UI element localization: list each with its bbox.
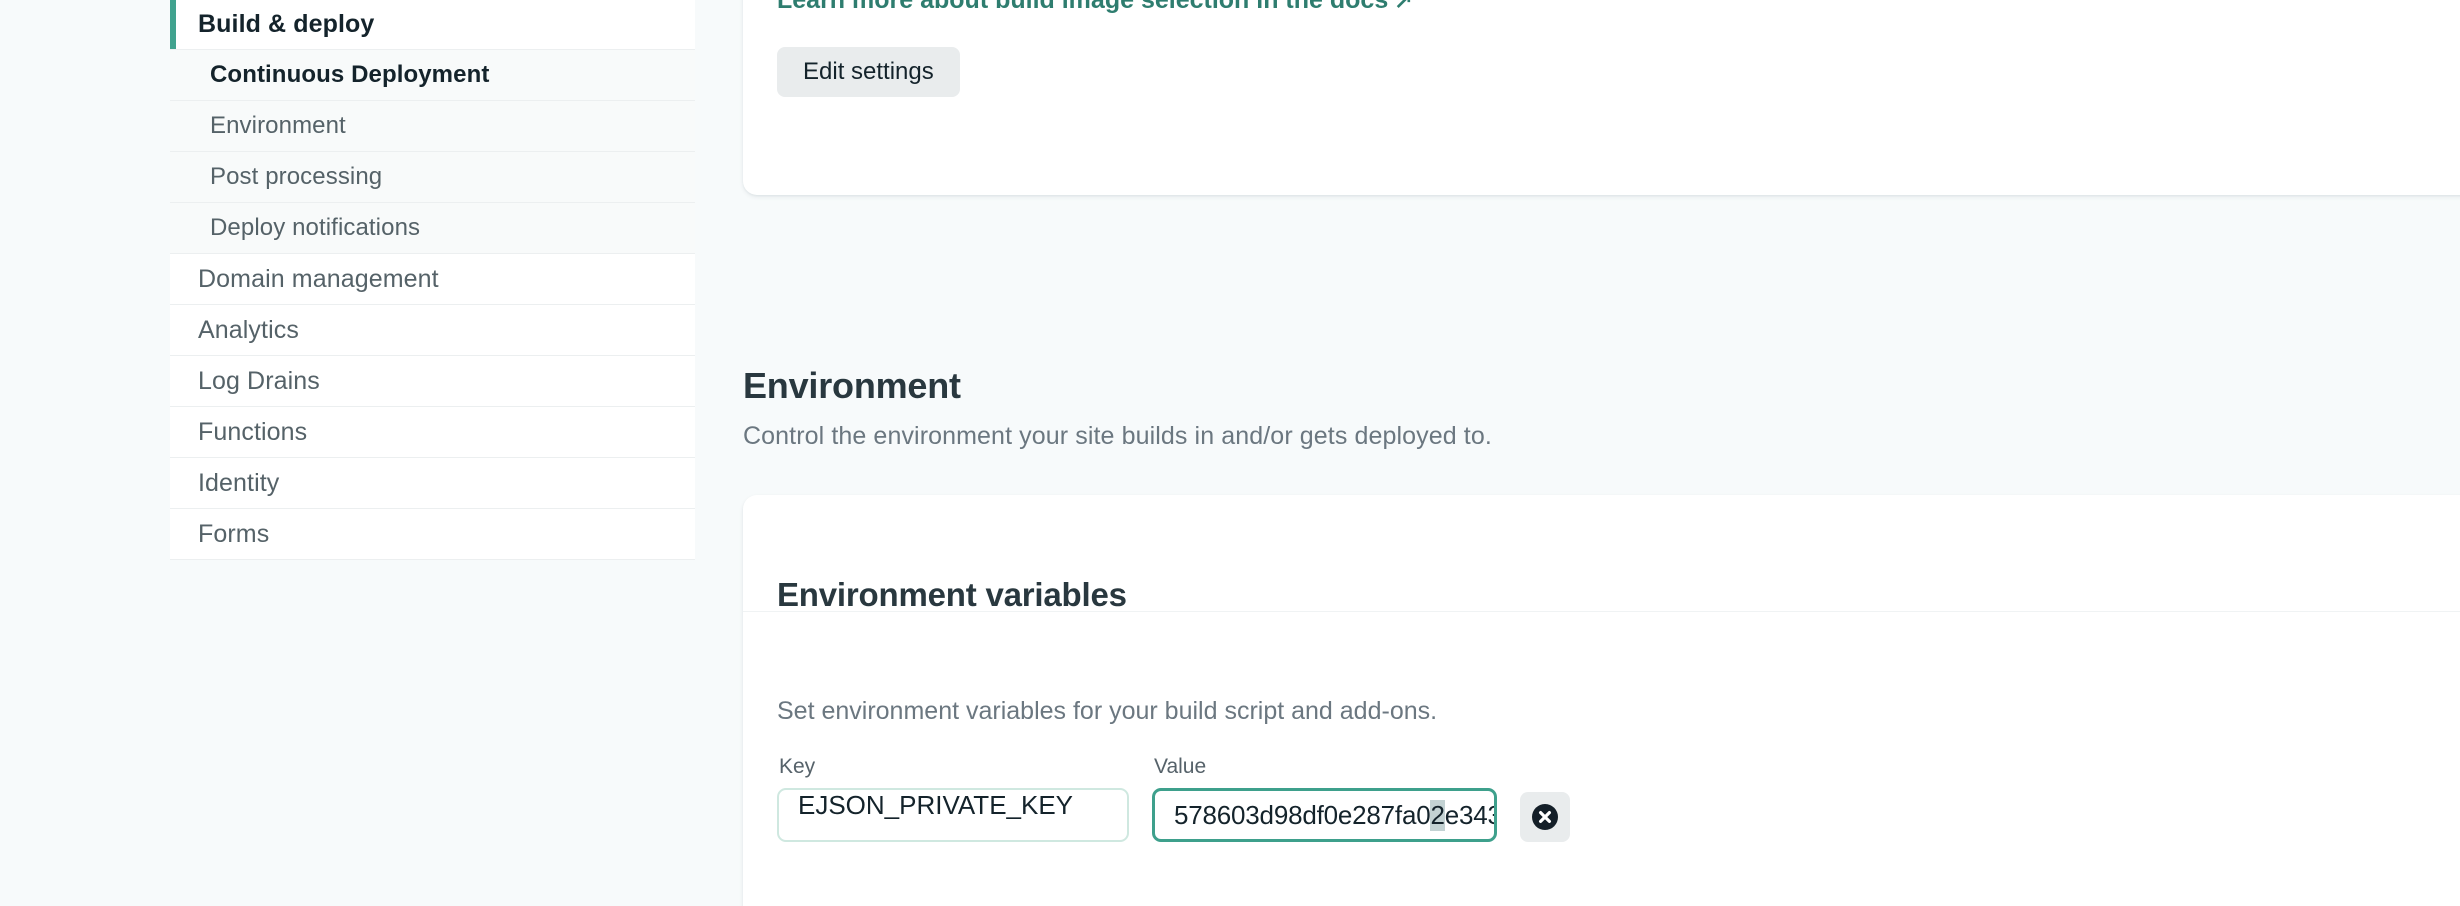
sidebar-item-forms[interactable]: Forms: [170, 509, 695, 560]
key-field-group: Key EJSON_PRIVATE_KEY: [777, 755, 1129, 842]
sidebar-item-label: Build & deploy: [198, 12, 374, 37]
docs-link-text: Learn more about build image selection i…: [777, 0, 1388, 14]
environment-section-subtitle: Control the environment your site builds…: [743, 422, 1492, 451]
sidebar-item-domain-management[interactable]: Domain management: [170, 254, 695, 305]
sidebar-item-label: Continuous Deployment: [210, 63, 489, 87]
settings-page: General Build & deploy Continuous Deploy…: [0, 0, 2460, 906]
sidebar-item-label: Environment: [210, 114, 346, 138]
value-text-before: 578603d98df0e287fa0: [1174, 800, 1430, 831]
key-input[interactable]: EJSON_PRIVATE_KEY: [777, 788, 1129, 842]
value-text-after: e3435d1: [1445, 800, 1497, 831]
main-content: Learn more about build image selection i…: [695, 0, 2460, 906]
sidebar-item-build-and-deploy[interactable]: Build & deploy: [170, 0, 695, 50]
sidebar-item-label: Forms: [198, 522, 269, 547]
build-image-card: Learn more about build image selection i…: [743, 0, 2460, 195]
environment-variables-title: Environment variables: [777, 576, 1127, 614]
value-text-selected: 2: [1430, 800, 1444, 831]
environment-variable-row: Key EJSON_PRIVATE_KEY Value 578603d98df0…: [777, 755, 1570, 842]
environment-section-heading: Environment: [743, 365, 961, 407]
close-circle-icon: [1531, 803, 1559, 831]
value-field-label: Value: [1152, 755, 1497, 779]
external-link-icon: ↗: [1394, 0, 1412, 14]
sidebar-item-identity[interactable]: Identity: [170, 458, 695, 509]
remove-variable-button[interactable]: [1520, 792, 1570, 842]
sidebar-item-log-drains[interactable]: Log Drains: [170, 356, 695, 407]
environment-variables-description: Set environment variables for your build…: [777, 697, 1437, 726]
sidebar-item-environment[interactable]: Environment: [170, 101, 695, 152]
value-input[interactable]: 578603d98df0e287fa02e3435d1: [1152, 788, 1497, 842]
sidebar-item-label: Log Drains: [198, 369, 320, 394]
sidebar-item-functions[interactable]: Functions: [170, 407, 695, 458]
environment-variables-card: Environment variables Set environment va…: [743, 495, 2460, 906]
key-field-label: Key: [777, 755, 1129, 779]
sidebar-item-label: Post processing: [210, 165, 382, 189]
sidebar-item-label: Functions: [198, 420, 307, 445]
active-indicator-bar: [170, 0, 176, 49]
sidebar-item-analytics[interactable]: Analytics: [170, 305, 695, 356]
value-field-group: Value 578603d98df0e287fa02e3435d1: [1152, 755, 1497, 842]
sidebar-item-deploy-notifications[interactable]: Deploy notifications: [170, 203, 695, 254]
sidebar-item-label: Identity: [198, 471, 279, 496]
sidebar-item-label: Deploy notifications: [210, 216, 420, 240]
card-divider: [743, 611, 2460, 612]
edit-settings-button[interactable]: Edit settings: [777, 47, 960, 97]
sidebar-item-label: Domain management: [198, 267, 439, 292]
build-image-docs-link[interactable]: Learn more about build image selection i…: [777, 0, 1413, 15]
settings-sidebar: General Build & deploy Continuous Deploy…: [170, 0, 696, 560]
sidebar-item-post-processing[interactable]: Post processing: [170, 152, 695, 203]
sidebar-item-continuous-deployment[interactable]: Continuous Deployment: [170, 50, 695, 101]
sidebar-item-label: Analytics: [198, 318, 299, 343]
